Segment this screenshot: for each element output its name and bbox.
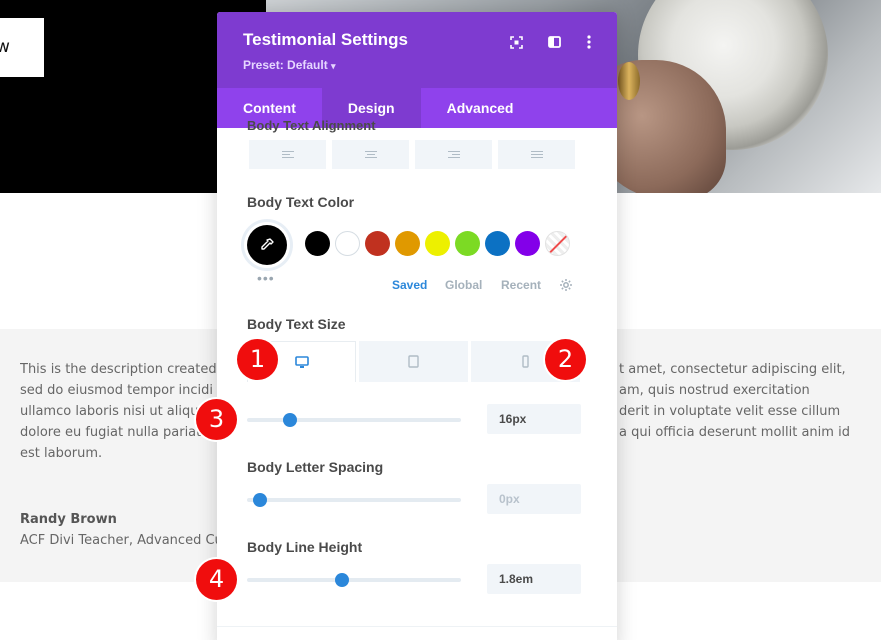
text-alignment-buttons (249, 140, 575, 169)
testimonial-line: a qui officia deserunt mollit anim id (619, 425, 850, 440)
testimonial-line: am, quis nostrud exercitation (619, 383, 810, 398)
color-swatch[interactable] (485, 231, 510, 256)
testimonial-line: dolore eu fugiat nulla pariat (20, 425, 202, 440)
caret-down-icon: ▾ (331, 61, 336, 71)
gear-icon[interactable] (559, 278, 573, 297)
color-tab-recent[interactable]: Recent (501, 278, 541, 292)
callout-badge-4: 4 (196, 559, 237, 600)
desktop-icon (294, 355, 309, 368)
align-left-button[interactable] (249, 140, 326, 169)
color-swatch[interactable] (395, 231, 420, 256)
color-tab-saved[interactable]: Saved (392, 278, 427, 292)
color-swatch[interactable] (365, 231, 390, 256)
align-justify-icon (530, 151, 543, 158)
align-left-icon (281, 151, 294, 158)
color-swatch[interactable] (515, 231, 540, 256)
body-text-color-label: Body Text Color (247, 194, 355, 210)
color-swatch-none[interactable] (545, 231, 570, 256)
more-colors-icon[interactable]: ••• (257, 270, 275, 286)
color-swatch[interactable] (335, 231, 360, 256)
color-swatch[interactable] (425, 231, 450, 256)
align-center-icon (364, 151, 377, 158)
callout-badge-1: 1 (237, 339, 278, 380)
testimonial-line: sed do eiusmod tempor incidi (20, 383, 214, 398)
preset-selector[interactable]: Preset: Default ▾ (243, 58, 336, 72)
body-text-size-slider[interactable] (247, 413, 461, 427)
body-line-height-label: Body Line Height (247, 539, 363, 555)
slider-thumb[interactable] (334, 573, 349, 587)
settings-panel: Testimonial Settings Preset: Default ▾ C… (217, 12, 617, 640)
slider-thumb[interactable] (253, 493, 268, 507)
eyedropper-icon (261, 238, 274, 250)
align-right-icon (447, 151, 460, 158)
testimonial-text-right: t amet, consectetur adipiscing elit, am,… (619, 359, 881, 443)
testimonial-author-role: ACF Divi Teacher, Advanced Cu (20, 533, 220, 548)
color-swatches (305, 231, 570, 256)
tablet-icon (408, 355, 419, 368)
testimonial-line: t amet, consectetur adipiscing elit, (619, 362, 846, 377)
device-tab-tablet[interactable] (359, 341, 468, 382)
panel-divider (217, 626, 617, 627)
color-swatch[interactable] (455, 231, 480, 256)
testimonial-line: derit in voluptate velit esse cillum (619, 404, 841, 419)
color-picker-button[interactable] (247, 225, 287, 265)
ring-image (618, 62, 640, 100)
tab-advanced[interactable]: Advanced (421, 88, 540, 128)
body-text-alignment-label: Body Text Alignment (247, 118, 376, 133)
callout-badge-2: 2 (545, 339, 586, 380)
testimonial-line: This is the description created (20, 362, 217, 377)
body-line-height-slider[interactable] (247, 573, 461, 587)
color-swatch[interactable] (305, 231, 330, 256)
slider-thumb[interactable] (283, 413, 298, 427)
align-right-button[interactable] (415, 140, 492, 169)
hero-button-label: w (0, 37, 10, 57)
panel-title: Testimonial Settings (243, 30, 408, 49)
panel-header: Testimonial Settings Preset: Default ▾ (217, 12, 617, 88)
testimonial-text-left: This is the description created sed do e… (20, 359, 220, 464)
body-line-height-input[interactable]: 1.8em (487, 564, 581, 594)
color-tab-global[interactable]: Global (445, 278, 482, 292)
align-center-button[interactable] (332, 140, 409, 169)
body-letter-spacing-input[interactable]: 0px (487, 484, 581, 514)
body-text-size-input[interactable]: 16px (487, 404, 581, 434)
split-view-icon[interactable] (546, 34, 562, 50)
testimonial-line: ullamco laboris nisi ut aliqu (20, 404, 199, 419)
align-justify-button[interactable] (498, 140, 575, 169)
phone-icon (522, 355, 529, 368)
testimonial-line: est laborum. (20, 446, 103, 461)
testimonial-author-name: Randy Brown (20, 512, 117, 527)
page: w This is the description created sed do… (0, 0, 881, 640)
more-options-icon[interactable] (581, 34, 597, 50)
panel-body: Body Text Alignment Body Text Color ••• … (217, 118, 617, 640)
fullscreen-icon[interactable] (508, 34, 524, 50)
body-text-size-label: Body Text Size (247, 316, 346, 332)
body-letter-spacing-label: Body Letter Spacing (247, 459, 384, 475)
hero-button[interactable]: w (0, 18, 44, 77)
preset-label: Preset: Default (243, 58, 328, 72)
device-tabs (247, 341, 580, 382)
callout-badge-3: 3 (196, 399, 237, 440)
body-letter-spacing-slider[interactable] (247, 493, 461, 507)
